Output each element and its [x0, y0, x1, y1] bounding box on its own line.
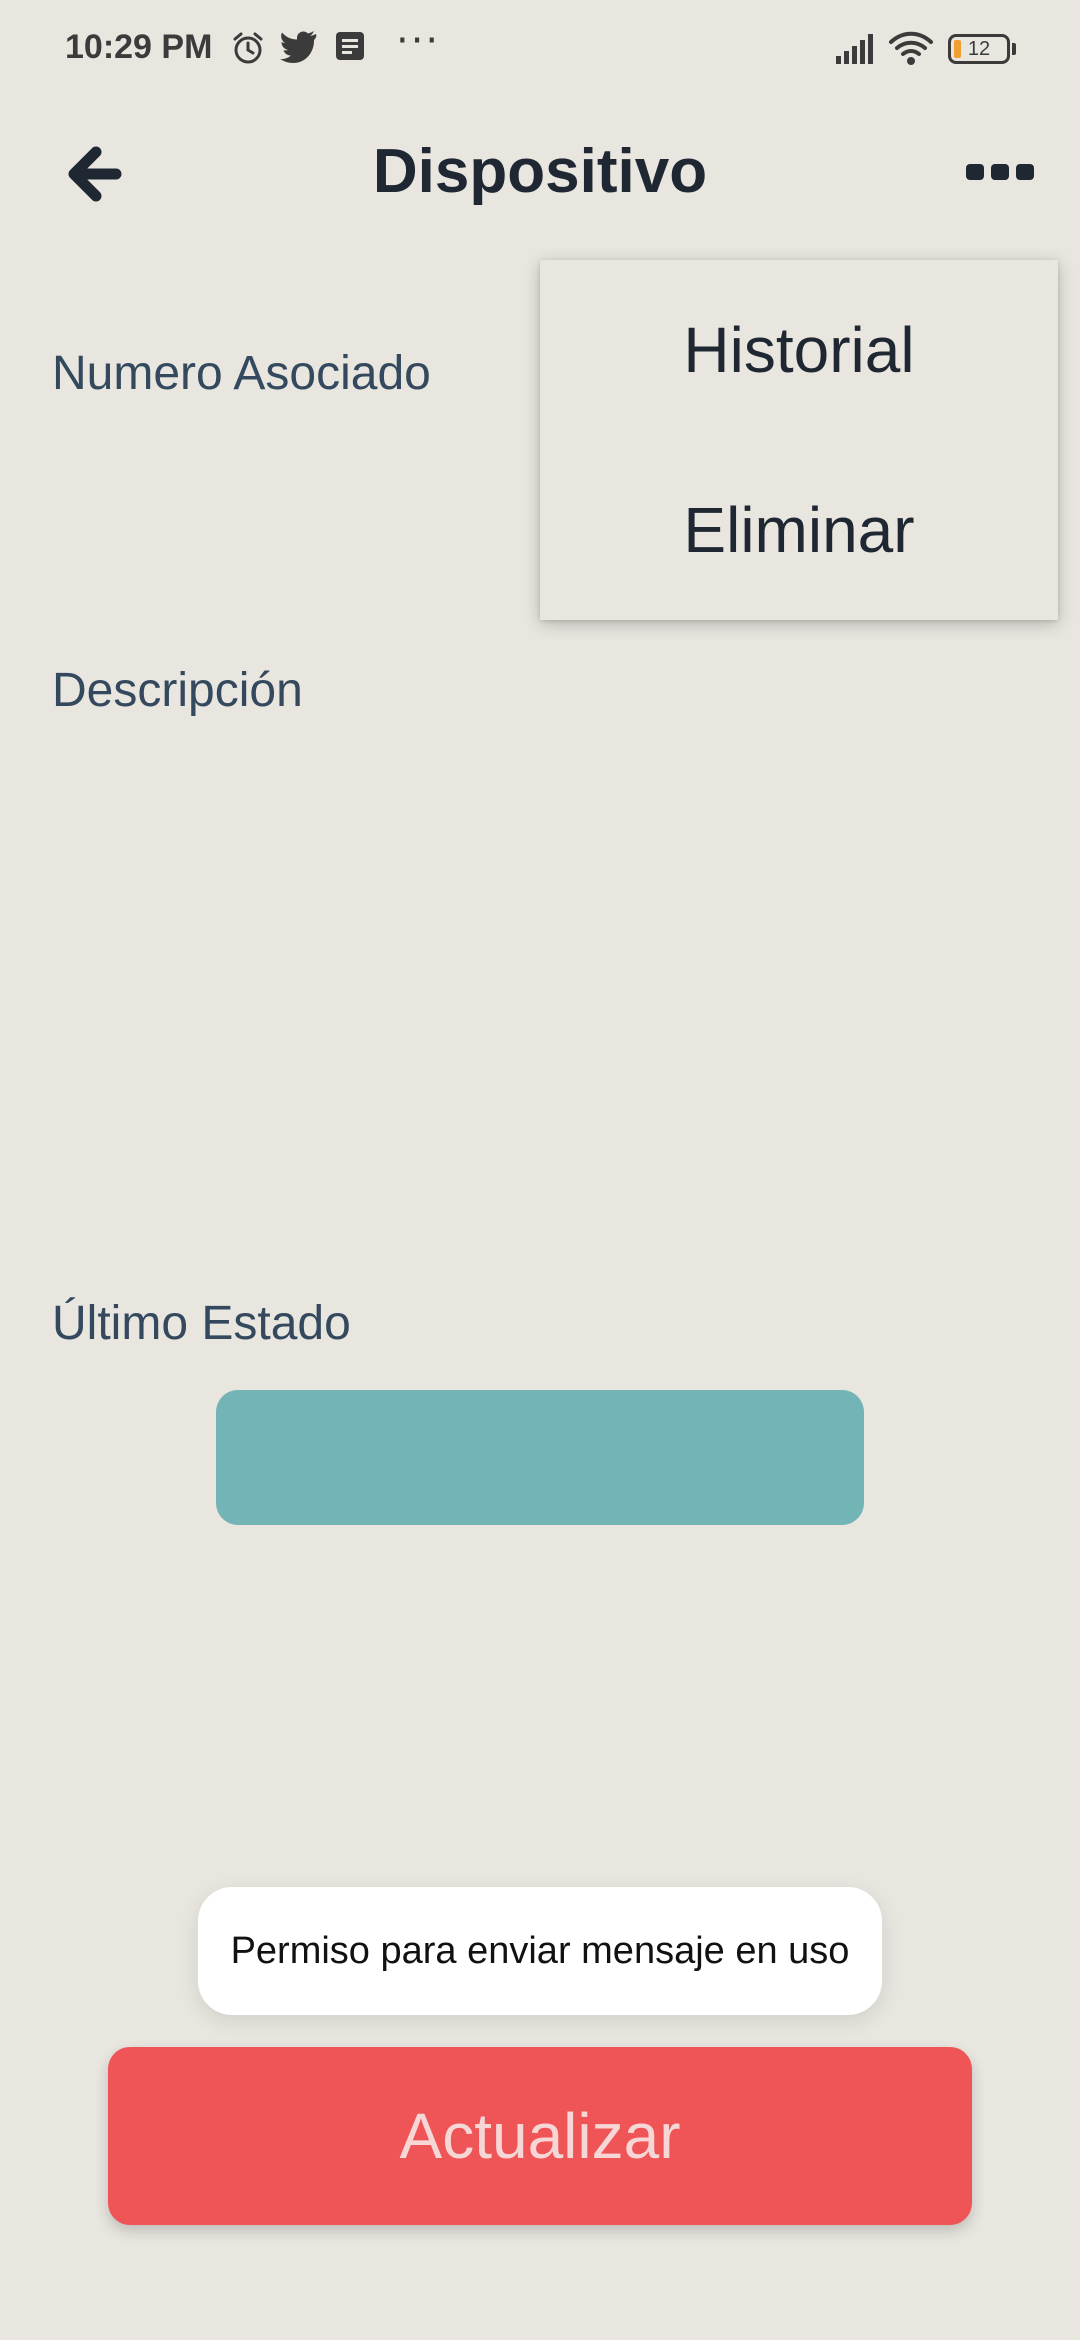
update-button[interactable]: Actualizar	[108, 2047, 972, 2225]
notification-more-icon: ···	[396, 18, 441, 64]
more-horizontal-icon	[964, 160, 1036, 189]
more-options-button[interactable]	[950, 144, 1050, 204]
app-bar: Dispositivo	[0, 110, 1080, 240]
battery-level: 12	[967, 38, 991, 60]
last-state-indicator	[216, 1390, 864, 1525]
status-time: 10:29 PM	[65, 28, 213, 66]
toast-message: Permiso para enviar mensaje en uso	[198, 1887, 882, 2015]
description-label: Descripción	[52, 664, 303, 717]
alarm-icon	[230, 30, 266, 71]
page-title: Dispositivo	[372, 137, 708, 206]
last-state-label: Último Estado	[52, 1297, 351, 1350]
battery-icon: 12	[948, 34, 1010, 64]
device-screen: 10:29 PM ··· 12 Dispositivo Numero Asoci…	[0, 0, 1080, 2340]
battery-tip	[1012, 43, 1016, 55]
associated-number-label: Numero Asociado	[52, 347, 431, 400]
menu-item-eliminar[interactable]: Eliminar	[540, 440, 1058, 620]
wifi-icon	[888, 30, 934, 71]
twitter-icon	[280, 30, 318, 69]
options-menu: Historial Eliminar	[540, 260, 1058, 620]
menu-item-historial[interactable]: Historial	[540, 260, 1058, 440]
signal-icon	[835, 32, 875, 69]
message-icon	[334, 30, 366, 67]
status-bar: 10:29 PM ··· 12	[0, 0, 1080, 100]
